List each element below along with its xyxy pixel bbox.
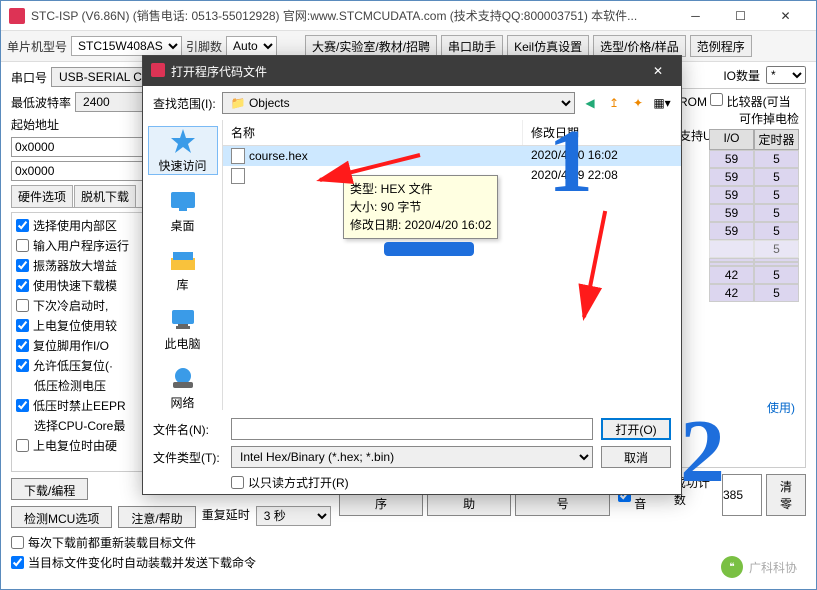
library-icon (167, 246, 199, 274)
pc-icon (167, 305, 199, 333)
close-button[interactable]: ✕ (763, 1, 808, 31)
filename-input[interactable] (231, 418, 593, 440)
look-in-label: 查找范围(I): (153, 95, 216, 112)
usage-link[interactable]: 使用) (767, 399, 795, 416)
addr-label: 起始地址 (11, 116, 59, 133)
tab-contest[interactable]: 大赛/实验室/教材/招聘 (305, 35, 437, 57)
mcu-select[interactable]: STC15W408AS (71, 36, 182, 56)
opt-check-7[interactable] (16, 359, 29, 372)
io-count-select[interactable]: * (766, 66, 806, 84)
download-button[interactable]: 下载/编程 (11, 478, 88, 500)
watermark: ❝ 广科科协 (721, 556, 797, 578)
io-count-label: IO数量 (723, 67, 760, 84)
file-icon (231, 168, 245, 184)
back-icon[interactable]: ◀ (581, 94, 599, 112)
place-network[interactable]: 网络 (148, 364, 218, 411)
network-icon (167, 364, 199, 392)
place-libraries[interactable]: 库 (148, 246, 218, 293)
check-mcu-button[interactable]: 检测MCU选项 (11, 506, 112, 528)
help-button[interactable]: 注意/帮助 (118, 506, 195, 528)
dialog-close-button[interactable]: ✕ (643, 64, 673, 78)
titlebar: STC-ISP (V6.86N) (销售电话: 0513-55012928) 官… (1, 1, 816, 31)
tab-example[interactable]: 范例程序 (690, 35, 752, 57)
up-icon[interactable]: ↥ (605, 94, 623, 112)
tab-select[interactable]: 选型/价格/样品 (593, 35, 686, 57)
success-count[interactable] (722, 474, 762, 516)
repeat-delay-label: 重复延时 (202, 506, 250, 528)
tab-keil[interactable]: Keil仿真设置 (507, 35, 589, 57)
opt-check-6[interactable] (16, 339, 29, 352)
reload-check[interactable] (11, 536, 24, 549)
tab-hardware[interactable]: 硬件选项 (11, 185, 73, 207)
opt-check-9[interactable] (16, 399, 29, 412)
place-desktop[interactable]: 桌面 (148, 187, 218, 234)
io-table: I/O定时器 595 595 595 595 595 5 425 425 (709, 129, 799, 302)
window-title: STC-ISP (V6.86N) (销售电话: 0513-55012928) 官… (31, 7, 673, 24)
comparator-check[interactable] (710, 93, 723, 106)
clear-zero-button[interactable]: 清零 (766, 474, 806, 516)
opt-check-11[interactable] (16, 439, 29, 452)
desktop-icon (167, 187, 199, 215)
file-row-selected[interactable]: course.hex 2020/4/20 16:02 (223, 146, 681, 166)
open-file-dialog: 打开程序代码文件 ✕ 查找范围(I): 📁 Objects ◀ ↥ ✦ ▦▾ 快… (142, 55, 682, 495)
filename-label: 文件名(N): (153, 421, 223, 438)
opt-check-4[interactable] (16, 299, 29, 312)
pins-select[interactable]: Auto (226, 36, 277, 56)
opt-check-2[interactable] (16, 259, 29, 272)
dialog-title: 打开程序代码文件 (171, 63, 643, 80)
opt-check-5[interactable] (16, 319, 29, 332)
baud-label: 最低波特率 (11, 94, 71, 111)
minimize-button[interactable]: ─ (673, 1, 718, 31)
open-button[interactable]: 打开(O) (601, 418, 671, 440)
filetype-select[interactable]: Intel Hex/Binary (*.hex; *.bin) (231, 446, 593, 468)
file-icon (231, 148, 245, 164)
opt-check-1[interactable] (16, 239, 29, 252)
maximize-button[interactable]: ☐ (718, 1, 763, 31)
auto-check[interactable] (11, 556, 24, 569)
star-icon (167, 127, 199, 155)
new-folder-icon[interactable]: ✦ (629, 94, 647, 112)
col-date[interactable]: 修改日期 (523, 120, 681, 145)
rom-label: ROM (679, 95, 707, 109)
wechat-icon: ❝ (721, 556, 743, 578)
col-name[interactable]: 名称 (223, 120, 523, 145)
annotation-scribble (384, 242, 474, 256)
file-tooltip: 类型: HEX 文件 大小: 90 字节 修改日期: 2020/4/20 16:… (343, 175, 498, 239)
pins-label: 引脚数 (186, 38, 222, 55)
file-list[interactable]: 名称 修改日期 course.hex 2020/4/20 16:02 2020/… (223, 120, 681, 410)
opt-check-0[interactable] (16, 219, 29, 232)
app-icon (9, 8, 25, 24)
tab-offline[interactable]: 脱机下载 (74, 185, 136, 207)
mcu-label: 单片机型号 (7, 38, 67, 55)
places-bar: 快速访问 桌面 库 此电脑 网络 (143, 120, 223, 410)
filetype-label: 文件类型(T): (153, 449, 223, 466)
cancel-button[interactable]: 取消 (601, 446, 671, 468)
dialog-icon (151, 63, 165, 80)
place-quick-access[interactable]: 快速访问 (148, 126, 218, 175)
opt-check-3[interactable] (16, 279, 29, 292)
view-menu-icon[interactable]: ▦▾ (653, 94, 671, 112)
repeat-delay-select[interactable]: 3 秒 (256, 506, 331, 526)
look-in-select[interactable]: 📁 Objects (222, 92, 575, 114)
dialog-titlebar: 打开程序代码文件 ✕ (143, 56, 681, 86)
com-label: 串口号 (11, 69, 47, 86)
tab-serial[interactable]: 串口助手 (441, 35, 503, 57)
place-this-pc[interactable]: 此电脑 (148, 305, 218, 352)
readonly-check[interactable] (231, 476, 244, 489)
